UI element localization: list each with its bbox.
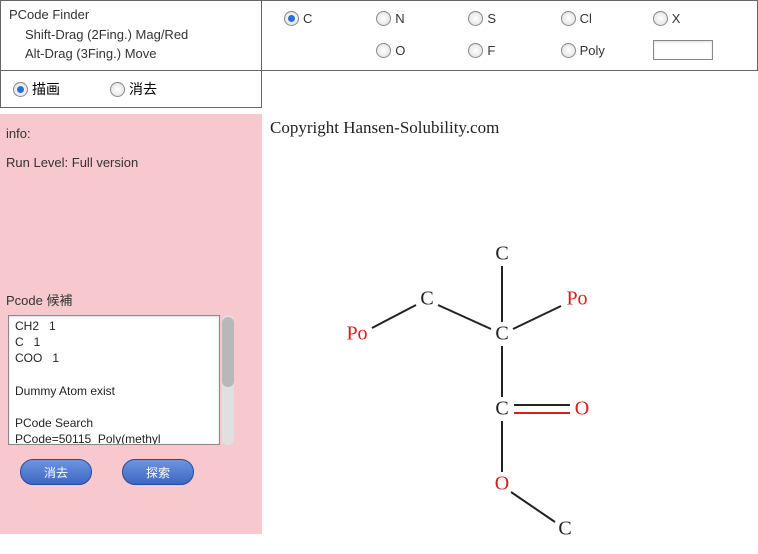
- radio-icon: [468, 43, 483, 58]
- radio-icon: [653, 11, 668, 26]
- results-scrollbar[interactable]: [222, 315, 234, 445]
- app-title: PCode Finder: [9, 5, 253, 25]
- copyright-text: Copyright Hansen-Solubility.com: [270, 118, 499, 138]
- info-label: info:: [6, 126, 250, 141]
- atom-radio-cl[interactable]: Cl: [561, 11, 653, 26]
- atom-label-c_left: C: [420, 288, 433, 311]
- atom-label-o_dbl: O: [575, 398, 589, 421]
- mode-selector: 描画 消去: [0, 71, 262, 108]
- atom-label-c_top: C: [495, 243, 508, 266]
- radio-icon: [110, 82, 125, 97]
- radio-icon: [376, 11, 391, 26]
- radio-icon: [376, 43, 391, 58]
- header-panel: PCode Finder Shift-Drag (2Fing.) Mag/Red…: [0, 0, 262, 71]
- hint-shift-drag: Shift-Drag (2Fing.) Mag/Red: [9, 25, 253, 45]
- custom-atom-input[interactable]: [653, 40, 713, 60]
- radio-icon: [13, 82, 28, 97]
- atom-label-c_center: C: [495, 323, 508, 346]
- scrollbar-thumb[interactable]: [222, 317, 234, 387]
- search-button[interactable]: 探索: [122, 459, 194, 485]
- hint-alt-drag: Alt-Drag (3Fing.) Move: [9, 44, 253, 64]
- results-textarea[interactable]: CH2 1 C 1 COO 1 Dummy Atom exist PCode S…: [8, 315, 220, 445]
- atom-label-po_right: Po: [566, 288, 587, 311]
- radio-icon: [284, 11, 299, 26]
- bonds-svg: [312, 214, 632, 554]
- atom-radio-o[interactable]: O: [376, 43, 468, 58]
- mode-radio-erase[interactable]: 消去: [110, 79, 157, 99]
- atom-label-o_single: O: [495, 473, 509, 496]
- radio-icon: [561, 11, 576, 26]
- atom-selector-panel: C N S Cl X O F Poly: [262, 0, 758, 71]
- atom-label-c_lower: C: [495, 398, 508, 421]
- atom-radio-n[interactable]: N: [376, 11, 468, 26]
- atom-label-c_bottom: C: [558, 518, 571, 541]
- atom-radio-x[interactable]: X: [653, 11, 745, 26]
- pcode-candidates-label: Pcode 候補: [6, 290, 250, 309]
- run-level: Run Level: Full version: [6, 155, 250, 170]
- info-panel: info: Run Level: Full version Pcode 候補 C…: [0, 114, 262, 534]
- atom-label-po_left: Po: [346, 323, 367, 346]
- atom-radio-poly[interactable]: Poly: [561, 43, 653, 58]
- molecule-canvas[interactable]: Copyright Hansen-Solubility.com C C Po Po C C…: [262, 114, 758, 534]
- radio-icon: [468, 11, 483, 26]
- clear-button[interactable]: 消去: [20, 459, 92, 485]
- atom-radio-f[interactable]: F: [468, 43, 560, 58]
- atom-radio-c[interactable]: C: [284, 11, 376, 26]
- radio-icon: [561, 43, 576, 58]
- mode-radio-draw[interactable]: 描画: [13, 79, 60, 99]
- atom-radio-s[interactable]: S: [468, 11, 560, 26]
